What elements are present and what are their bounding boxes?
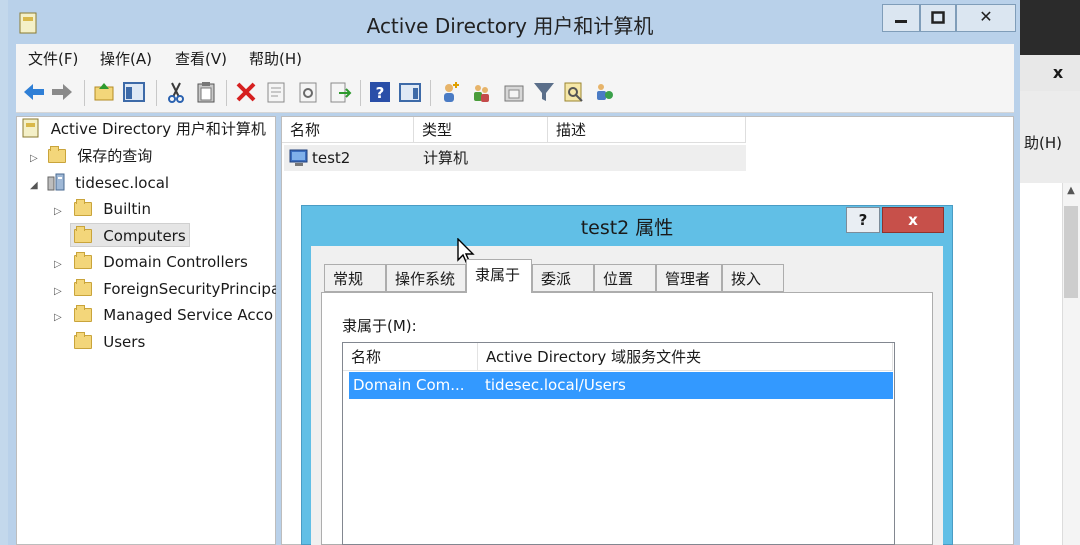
window-title: Active Directory 用户和计算机 (366, 14, 654, 38)
column-header-name[interactable]: 名称 (282, 117, 414, 143)
find-icon[interactable] (562, 80, 586, 104)
tree-item-label: tidesec.local (75, 174, 170, 192)
tree-item-foreign-security-principals[interactable]: ▷ ForeignSecurityPrincipa (54, 276, 276, 302)
tree-item-label: Managed Service Acco (103, 306, 274, 324)
toolbar-separator (430, 80, 431, 106)
tree-item-domain-controllers[interactable]: ▷ Domain Controllers (54, 249, 276, 275)
refresh-icon[interactable] (296, 80, 320, 104)
tab-delegation[interactable]: 委派 (532, 264, 594, 292)
tab-dial-in[interactable]: 拨入 (722, 264, 784, 292)
domain-icon (47, 173, 65, 191)
menu-bar (16, 44, 1014, 74)
background-window-menu-help[interactable]: 助(H) (1024, 132, 1062, 153)
column-header-type[interactable]: 类型 (414, 117, 548, 143)
minimize-button[interactable] (882, 4, 920, 32)
tree-item-label: Computers (103, 227, 186, 245)
member-column-header-folder[interactable]: Active Directory 域服务文件夹 (478, 343, 893, 371)
menu-view[interactable]: 查看(V) (175, 48, 227, 69)
toolbar-separator (84, 80, 85, 106)
folder-icon (74, 305, 93, 322)
list-cell-type: 计算机 (423, 149, 469, 167)
maximize-button[interactable] (920, 4, 956, 32)
background-window-close-button[interactable]: x (1038, 60, 1078, 86)
filter-icon[interactable] (532, 80, 556, 104)
new-group-icon[interactable] (470, 80, 494, 104)
dialog-help-button[interactable]: ? (846, 207, 880, 233)
tree-item-computers[interactable]: ▷ Computers (54, 223, 276, 249)
delete-icon[interactable] (234, 80, 258, 104)
tree-item-label: Builtin (103, 200, 151, 218)
member-cell-name: Domain Com... (353, 376, 465, 394)
tree-item-users[interactable]: ▷ Users (54, 329, 276, 355)
tab-managed-by[interactable]: 管理者 (656, 264, 722, 292)
new-ou-icon[interactable] (502, 80, 526, 104)
forward-arrow-icon[interactable] (50, 80, 74, 104)
aduc-snapin-icon (22, 118, 39, 138)
toolbar-separator (156, 80, 157, 106)
collapse-arrow-icon[interactable]: ◢ (30, 180, 38, 191)
paste-icon[interactable] (194, 80, 218, 104)
scrollbar-thumb[interactable] (1064, 206, 1078, 298)
folder-icon (74, 199, 93, 216)
minimize-icon (895, 20, 907, 23)
column-header-description[interactable]: 描述 (548, 117, 746, 143)
add-to-group-icon[interactable] (592, 80, 616, 104)
cut-icon[interactable] (164, 80, 188, 104)
tree-item-builtin[interactable]: ▷ Builtin (54, 196, 276, 222)
member-column-header-name[interactable]: 名称 (343, 343, 478, 371)
tree-item-label: ForeignSecurityPrincipa (103, 280, 276, 298)
tree-item-domain[interactable]: ◢ tidesec.local (30, 170, 276, 196)
expand-arrow-icon[interactable]: ▷ (54, 286, 62, 297)
computer-icon (289, 149, 308, 166)
scroll-up-arrow-icon[interactable]: ▲ (1064, 185, 1078, 203)
svg-text:?: ? (376, 84, 385, 102)
expand-arrow-icon[interactable]: ▷ (54, 259, 62, 270)
tree-item-label: Users (103, 333, 146, 351)
close-icon: ✕ (979, 7, 993, 26)
table-row[interactable] (284, 145, 746, 171)
folder-icon (74, 252, 93, 269)
member-cell-folder: tidesec.local/Users (485, 376, 626, 394)
member-row[interactable]: Domain Com... tidesec.local/Users (349, 372, 893, 399)
new-user-icon[interactable] (438, 80, 462, 104)
tree-item-label: 保存的查询 (77, 147, 153, 165)
show-hide-action-pane-icon[interactable] (398, 80, 422, 104)
maximize-icon (931, 11, 945, 24)
list-cell-name: test2 (312, 149, 351, 167)
back-arrow-icon[interactable] (22, 80, 46, 104)
tree-item-saved-queries[interactable]: ▷ 保存的查询 (30, 143, 276, 169)
toolbar-separator (360, 80, 361, 106)
folder-icon (74, 279, 93, 296)
folder-icon (74, 332, 93, 349)
show-hide-console-tree-icon[interactable] (122, 80, 146, 104)
tree-root-label: Active Directory 用户和计算机 (50, 120, 266, 138)
properties-icon[interactable] (264, 80, 288, 104)
tree-item-label: Domain Controllers (103, 253, 248, 271)
help-icon[interactable]: ? (368, 80, 392, 104)
expand-arrow-icon[interactable]: ▷ (54, 206, 62, 217)
tree-root[interactable]: Active Directory 用户和计算机 (22, 116, 276, 142)
toolbar-separator (226, 80, 227, 106)
tree-item-managed-service-accounts[interactable]: ▷ Managed Service Acco (54, 302, 276, 328)
tab-operating-system[interactable]: 操作系统 (386, 264, 466, 292)
close-button[interactable]: ✕ (956, 4, 1016, 32)
expand-arrow-icon[interactable]: ▷ (30, 153, 38, 164)
folder-icon (74, 226, 93, 243)
tab-member-of[interactable]: 隶属于 (466, 259, 532, 293)
menu-file[interactable]: 文件(F) (28, 48, 78, 69)
up-folder-icon[interactable] (92, 80, 116, 104)
menu-action[interactable]: 操作(A) (100, 48, 152, 69)
folder-icon (48, 146, 67, 163)
expand-arrow-icon[interactable]: ▷ (54, 312, 62, 323)
menu-help[interactable]: 帮助(H) (249, 48, 302, 69)
tab-location[interactable]: 位置 (594, 264, 656, 292)
export-list-icon[interactable] (328, 80, 352, 104)
tab-general[interactable]: 常规 (324, 264, 386, 292)
dialog-close-button[interactable]: x (882, 207, 944, 233)
member-of-label: 隶属于(M): (342, 317, 417, 335)
